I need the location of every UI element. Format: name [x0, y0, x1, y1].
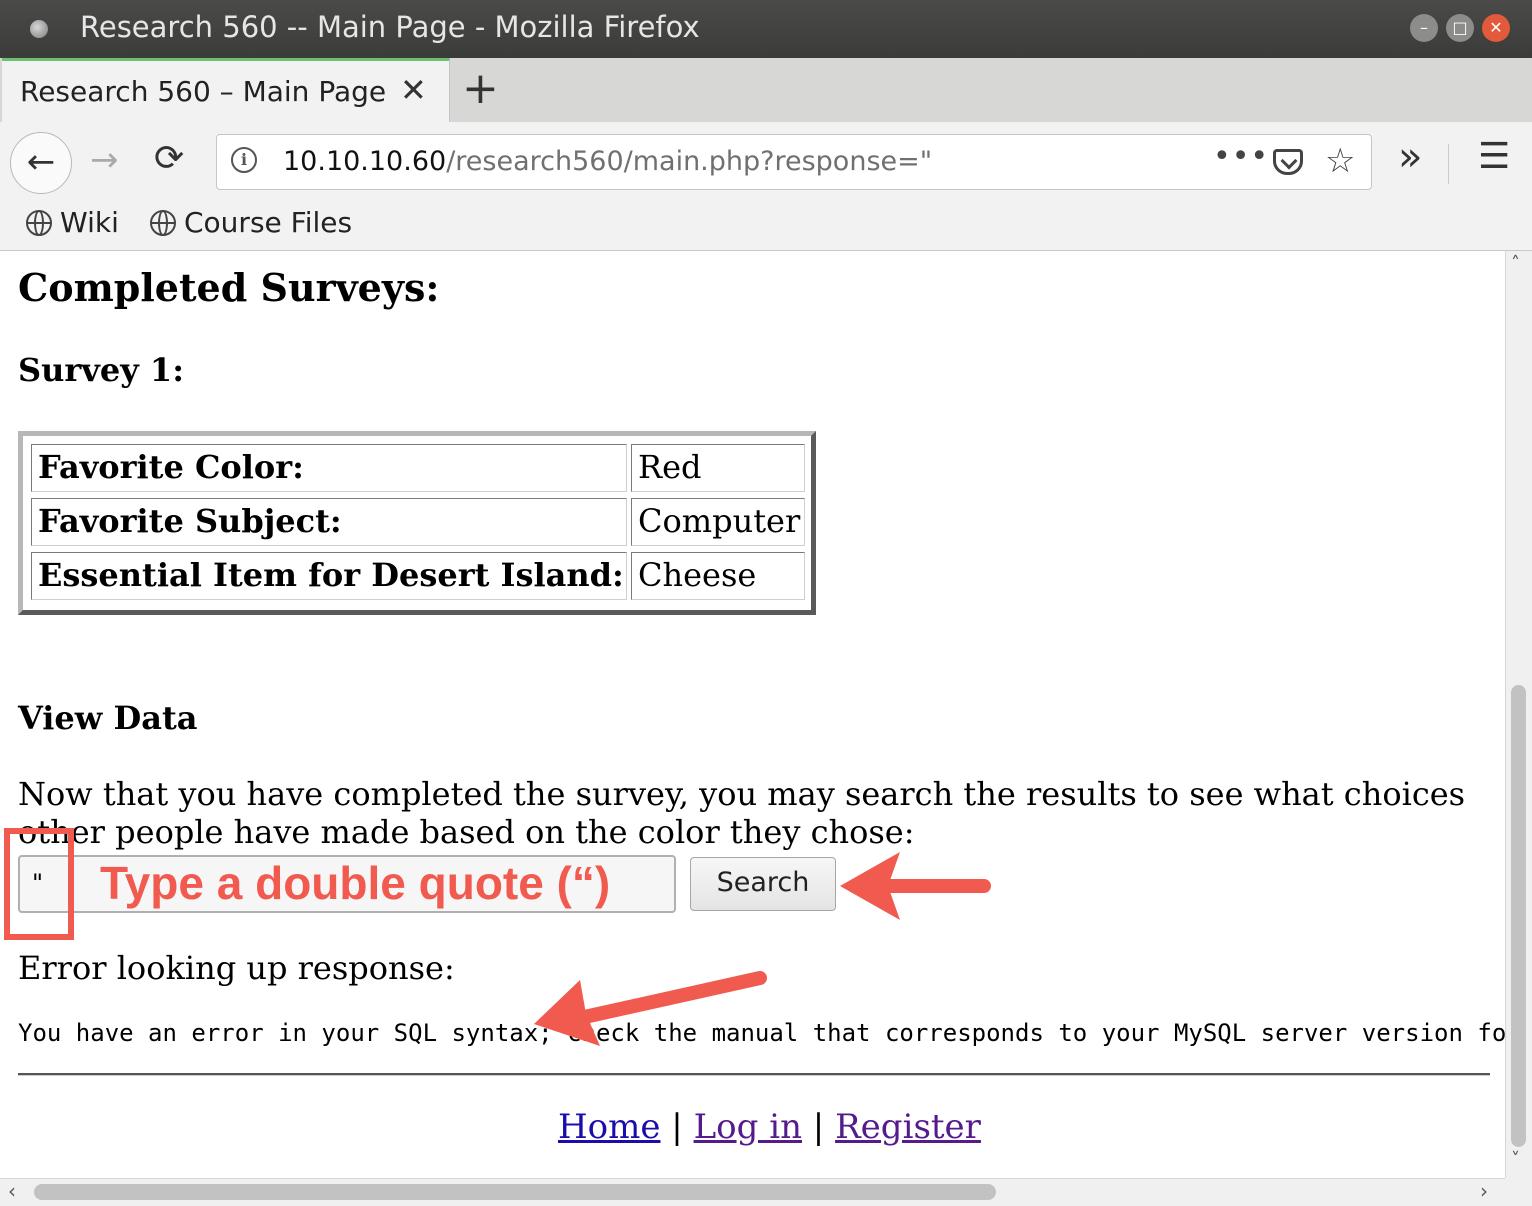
back-button[interactable]: ← — [10, 132, 72, 194]
table-key-cell: Favorite Subject: — [31, 498, 627, 546]
table-value-cell: Red — [631, 444, 805, 492]
tab-title: Research 560 – Main Page — [20, 75, 387, 108]
address-bar[interactable]: i 10.10.10.60/research560/main.php?respo… — [216, 134, 1372, 190]
tab-strip: Research 560 – Main Page ✕ + — [0, 58, 1532, 123]
bookmark-wiki[interactable]: Wiki — [26, 206, 119, 239]
search-button[interactable]: Search — [690, 857, 836, 911]
view-data-description: Now that you have completed the survey, … — [18, 775, 1466, 851]
annotation-highlight-box — [4, 828, 74, 940]
forward-button[interactable]: → — [90, 140, 119, 180]
register-link[interactable]: Register — [835, 1107, 981, 1147]
vertical-scrollbar[interactable]: ˄ ˅ — [1505, 251, 1532, 1178]
url-host: 10.10.10.60 — [283, 146, 447, 177]
scroll-left-icon[interactable]: ‹ — [8, 1179, 16, 1203]
maximize-button[interactable]: □ — [1446, 14, 1474, 42]
vertical-scroll-thumb[interactable] — [1511, 685, 1526, 1147]
window-title: Research 560 -- Main Page - Mozilla Fire… — [80, 10, 700, 44]
new-tab-button[interactable]: + — [462, 64, 499, 114]
error-label: Error looking up response: — [18, 949, 455, 987]
scroll-right-icon[interactable]: › — [1480, 1179, 1488, 1203]
table-value-cell: Computer — [631, 498, 805, 546]
globe-icon — [26, 210, 52, 236]
hamburger-menu-icon[interactable]: ☰ — [1478, 136, 1510, 177]
navigation-toolbar: ← → ⟳ i 10.10.10.60/research560/main.php… — [0, 122, 1532, 204]
page-content: Completed Surveys: Survey 1: Favorite Co… — [0, 251, 1505, 1178]
link-separator: | — [812, 1107, 825, 1147]
overflow-menu-icon[interactable]: » — [1398, 134, 1422, 180]
minimize-button[interactable]: – — [1410, 14, 1438, 42]
app-icon — [30, 20, 48, 38]
table-value-cell: Cheese — [631, 552, 805, 600]
bookmark-star-icon[interactable]: ☆ — [1325, 141, 1355, 181]
url-path: /research560/main.php?response=" — [446, 146, 933, 177]
scroll-up-icon[interactable]: ˄ — [1511, 253, 1520, 274]
footer-links: Home | Log in | Register — [558, 1107, 981, 1147]
bookmark-label: Course Files — [184, 206, 353, 239]
table-key-cell: Essential Item for Desert Island: — [31, 552, 627, 600]
horizontal-scroll-thumb[interactable] — [34, 1184, 996, 1200]
toolbar-divider — [1448, 144, 1449, 184]
bookmark-label: Wiki — [60, 206, 119, 239]
tab-close-icon[interactable]: ✕ — [400, 71, 427, 109]
horizontal-rule — [18, 1073, 1490, 1076]
scrollbar-corner — [1505, 1178, 1532, 1206]
globe-icon — [150, 210, 176, 236]
page-actions-icon[interactable]: ••• — [1213, 139, 1269, 174]
horizontal-scrollbar[interactable]: ‹ › — [0, 1178, 1505, 1206]
url-text[interactable]: 10.10.10.60/research560/main.php?respons… — [283, 146, 932, 177]
survey-heading: Survey 1: — [18, 351, 184, 389]
reload-button[interactable]: ⟳ — [154, 138, 184, 179]
window-titlebar: Research 560 -- Main Page - Mozilla Fire… — [0, 0, 1532, 58]
info-icon[interactable]: i — [231, 147, 257, 173]
annotation-label: Type a double quote (“) — [100, 857, 611, 909]
home-link[interactable]: Home — [558, 1107, 660, 1147]
login-link[interactable]: Log in — [694, 1107, 802, 1147]
table-key-cell: Favorite Color: — [31, 444, 627, 492]
close-window-button[interactable]: ✕ — [1482, 14, 1510, 42]
bookmark-course-files[interactable]: Course Files — [150, 206, 352, 239]
pocket-icon[interactable] — [1273, 149, 1303, 175]
bookmarks-toolbar: Wiki Course Files — [0, 204, 1532, 251]
scroll-down-icon[interactable]: ˅ — [1511, 1149, 1520, 1170]
tab-research-560[interactable]: Research 560 – Main Page ✕ — [2, 58, 450, 123]
sql-error-message: You have an error in your SQL syntax; ch… — [18, 1019, 1505, 1047]
page-title: Completed Surveys: — [18, 265, 440, 310]
link-separator: | — [671, 1107, 683, 1147]
survey-table: Favorite Color: Red Favorite Subject: Co… — [18, 431, 816, 615]
view-data-heading: View Data — [18, 699, 198, 737]
